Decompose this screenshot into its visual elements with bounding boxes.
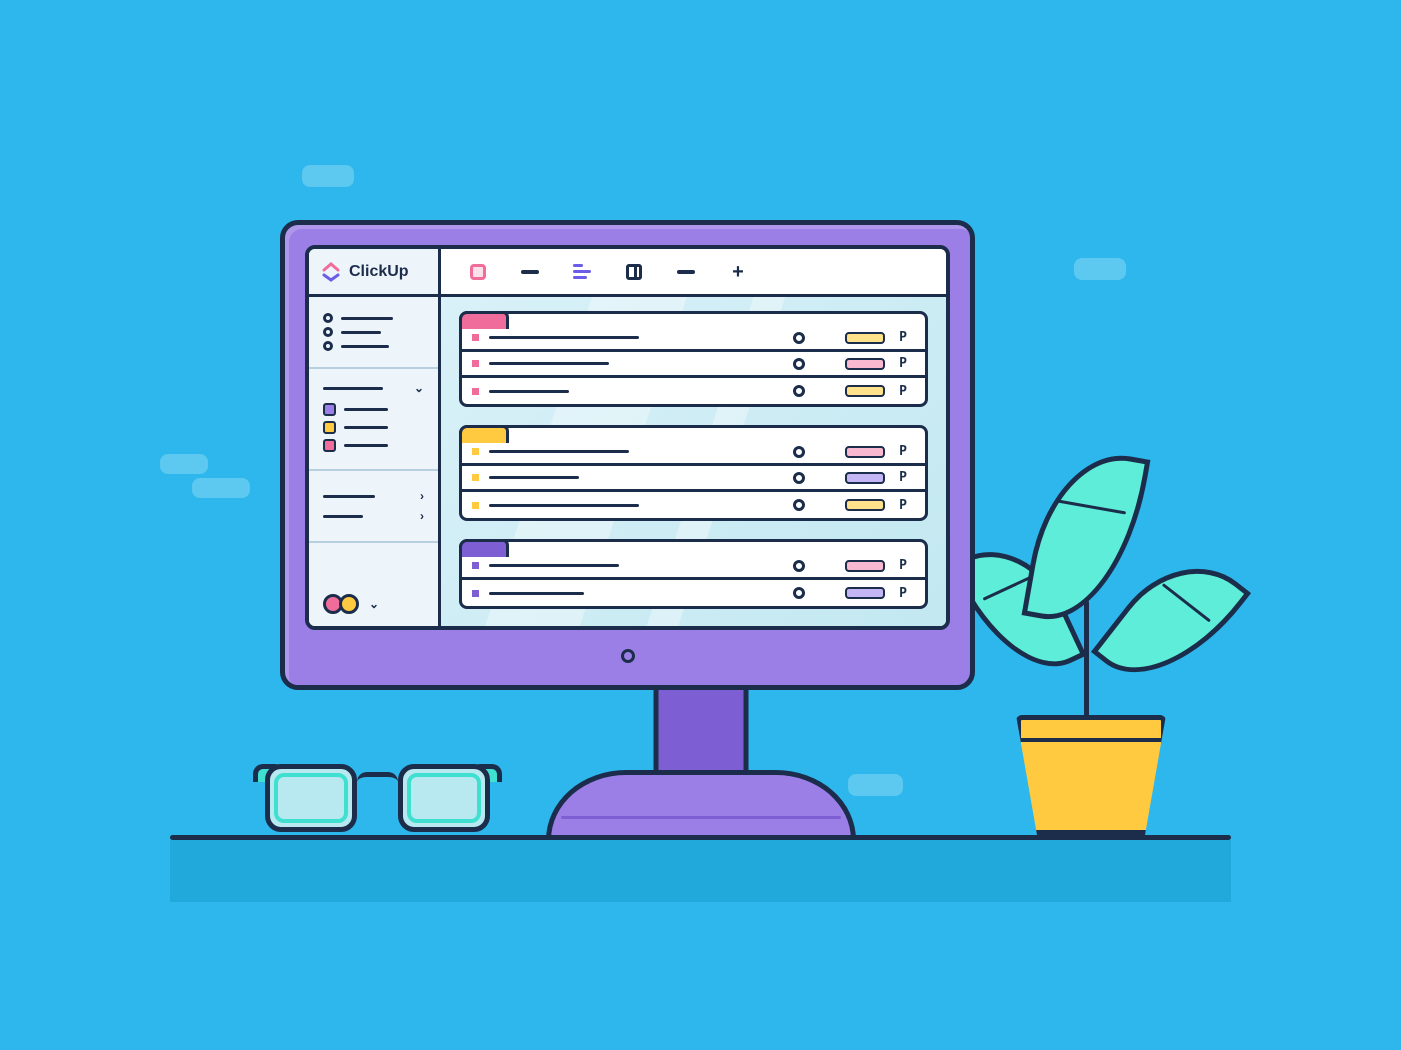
sidebar-nav: [309, 297, 438, 369]
collapsible-item[interactable]: ›: [323, 489, 424, 503]
chevron-down-icon: ⌄: [414, 381, 424, 395]
task-status-dot: [472, 590, 479, 597]
task-tag[interactable]: [845, 587, 885, 599]
task-title: [489, 390, 569, 393]
status-group: PP: [459, 539, 928, 609]
task-status-dot: [472, 502, 479, 509]
view-tab-spacer: [677, 263, 695, 281]
spaces-header[interactable]: ⌄: [323, 381, 424, 395]
sidebar-collapsible: › ›: [309, 471, 438, 543]
space-item[interactable]: [323, 403, 424, 416]
task-title: [489, 476, 579, 479]
clickup-logo-icon: [321, 262, 341, 282]
desk-shadow: [170, 840, 1231, 902]
task-row[interactable]: P: [462, 492, 925, 518]
task-status-dot: [472, 474, 479, 481]
chevron-right-icon: ›: [420, 509, 424, 523]
sidebar-spaces: ⌄: [309, 369, 438, 471]
add-view-button[interactable]: +: [729, 263, 747, 281]
monitor-frame: ClickUp +: [280, 220, 975, 690]
status-group-header[interactable]: [459, 539, 509, 557]
nav-item[interactable]: [323, 313, 424, 323]
chevron-right-icon: ›: [420, 489, 424, 503]
plant-illustration: [956, 430, 1216, 720]
monitor-neck: [653, 685, 748, 772]
priority-flag[interactable]: P: [899, 330, 907, 345]
collapsible-item[interactable]: ›: [323, 509, 424, 523]
task-tag[interactable]: [845, 358, 885, 370]
task-title: [489, 592, 584, 595]
cloud-deco: [848, 774, 903, 796]
sidebar: ⌄ › › ⌄: [309, 297, 441, 626]
assignee-avatar[interactable]: [793, 446, 805, 458]
assignee-avatar[interactable]: [793, 385, 805, 397]
chevron-down-icon: ⌄: [369, 597, 379, 611]
app-screen: ClickUp +: [305, 245, 950, 630]
app-name-label: ClickUp: [349, 263, 409, 281]
assignee-avatar[interactable]: [793, 587, 805, 599]
task-row[interactable]: P: [462, 440, 925, 466]
nav-item[interactable]: [323, 341, 424, 351]
assignee-avatar[interactable]: [793, 499, 805, 511]
priority-flag[interactable]: P: [899, 384, 907, 399]
task-tag[interactable]: [845, 446, 885, 458]
task-tag[interactable]: [845, 472, 885, 484]
task-row[interactable]: P: [462, 466, 925, 492]
task-title: [489, 564, 619, 567]
space-item[interactable]: [323, 439, 424, 452]
monitor-power-led: [621, 649, 635, 663]
priority-flag[interactable]: P: [899, 586, 907, 601]
task-status-dot: [472, 360, 479, 367]
task-title: [489, 504, 639, 507]
priority-flag[interactable]: P: [899, 470, 907, 485]
view-tab-spacer: [521, 263, 539, 281]
view-board-icon[interactable]: [625, 263, 643, 281]
task-tag[interactable]: [845, 385, 885, 397]
cloud-deco: [302, 165, 354, 187]
avatar-icon: [339, 594, 359, 614]
task-title: [489, 336, 639, 339]
space-item[interactable]: [323, 421, 424, 434]
task-status-dot: [472, 448, 479, 455]
view-gantt-icon[interactable]: [573, 263, 591, 281]
task-row[interactable]: P: [462, 378, 925, 404]
nav-item[interactable]: [323, 327, 424, 337]
sidebar-profile[interactable]: ⌄: [309, 582, 438, 626]
app-topbar: ClickUp +: [309, 249, 946, 297]
assignee-avatar[interactable]: [793, 358, 805, 370]
view-list-icon[interactable]: [469, 263, 487, 281]
task-row[interactable]: P: [462, 326, 925, 352]
priority-flag[interactable]: P: [899, 444, 907, 459]
priority-flag[interactable]: P: [899, 558, 907, 573]
priority-flag[interactable]: P: [899, 356, 907, 371]
task-tag[interactable]: [845, 332, 885, 344]
task-row[interactable]: P: [462, 554, 925, 580]
glasses-illustration: [265, 754, 490, 832]
assignee-avatar[interactable]: [793, 472, 805, 484]
task-status-dot: [472, 388, 479, 395]
status-group: PPP: [459, 311, 928, 407]
priority-flag[interactable]: P: [899, 498, 907, 513]
view-tabs: +: [441, 249, 946, 294]
status-group-header[interactable]: [459, 425, 509, 443]
task-list-view: PPPPPPPP: [441, 297, 946, 626]
assignee-avatar[interactable]: [793, 332, 805, 344]
task-row[interactable]: P: [462, 352, 925, 378]
cloud-deco: [1074, 258, 1126, 280]
task-title: [489, 362, 609, 365]
monitor-base: [546, 770, 856, 840]
task-row[interactable]: P: [462, 580, 925, 606]
task-tag[interactable]: [845, 560, 885, 572]
status-group: PPP: [459, 425, 928, 521]
cloud-deco: [160, 454, 208, 474]
cloud-deco: [192, 478, 250, 498]
task-status-dot: [472, 334, 479, 341]
task-status-dot: [472, 562, 479, 569]
task-title: [489, 450, 629, 453]
assignee-avatar[interactable]: [793, 560, 805, 572]
plant-pot: [1016, 715, 1166, 835]
status-group-header[interactable]: [459, 311, 509, 329]
task-tag[interactable]: [845, 499, 885, 511]
app-logo[interactable]: ClickUp: [309, 249, 441, 294]
